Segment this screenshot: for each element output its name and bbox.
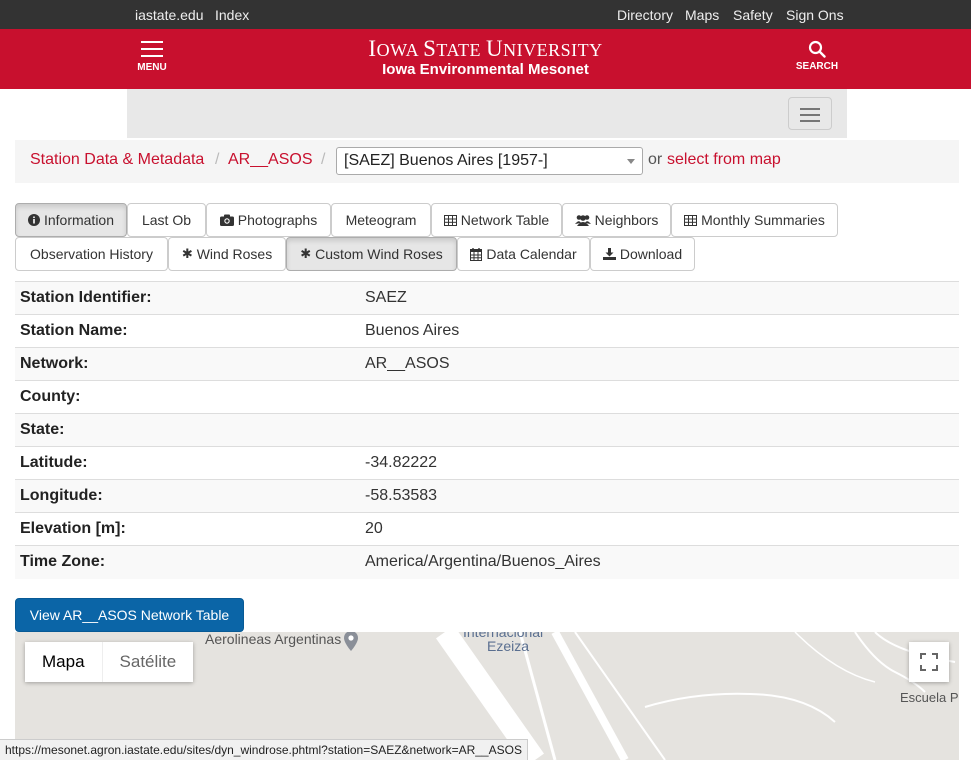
status-bar-url: https://mesonet.agron.iastate.edu/sites/… bbox=[0, 739, 528, 760]
table-icon bbox=[443, 214, 457, 226]
row-value: SAEZ bbox=[360, 281, 959, 315]
fullscreen-button[interactable] bbox=[909, 642, 949, 682]
breadcrumb: Station Data & Metadata / AR__ASOS / [SA… bbox=[15, 140, 959, 183]
row-label: Station Identifier: bbox=[15, 281, 360, 315]
row-label: Station Name: bbox=[15, 314, 360, 348]
map-label-airport-2: Ezeiza bbox=[487, 638, 530, 654]
row-label: Longitude: bbox=[15, 479, 360, 513]
map-type-control: Mapa Satélite bbox=[25, 642, 194, 682]
tab-monthly-summaries[interactable]: Monthly Summaries bbox=[671, 203, 838, 237]
breadcrumb-station-data[interactable]: Station Data & Metadata bbox=[30, 151, 204, 169]
site-header: MENU IOWA STATE UNIVERSITY Iowa Environm… bbox=[0, 29, 971, 89]
row-label: County: bbox=[15, 380, 360, 414]
tab-network-table[interactable]: Network Table bbox=[431, 203, 562, 237]
users-icon bbox=[574, 214, 591, 226]
row-value: Buenos Aires bbox=[360, 314, 959, 348]
row-value bbox=[360, 380, 959, 414]
view-network-table-button[interactable]: View AR__ASOS Network Table bbox=[15, 598, 244, 632]
row-value: America/Argentina/Buenos_Aires bbox=[360, 545, 959, 579]
download-icon bbox=[602, 248, 616, 260]
table-row: Latitude: -34.82222 bbox=[15, 446, 959, 480]
tab-data-calendar[interactable]: Data Calendar bbox=[457, 237, 590, 271]
station-info-table: Station Identifier: SAEZ Station Name: Buen… bbox=[15, 281, 959, 579]
table-icon bbox=[684, 214, 698, 226]
row-label: State: bbox=[15, 413, 360, 447]
row-label: Time Zone: bbox=[15, 545, 360, 579]
table-row: Station Identifier: SAEZ bbox=[15, 281, 959, 315]
map-label-airline: Aerolineas Argentinas bbox=[205, 632, 342, 647]
tab-last-ob[interactable]: Last Ob bbox=[127, 203, 206, 237]
row-label: Network: bbox=[15, 347, 360, 381]
row-value: AR__ASOS bbox=[360, 347, 959, 381]
link-iastate[interactable]: iastate.edu bbox=[135, 7, 204, 23]
map-label-school: Escuela P bbox=[900, 690, 959, 705]
tab-wind-roses[interactable]: ✱ Wind Roses bbox=[168, 237, 286, 271]
tab-meteogram[interactable]: Meteogram bbox=[331, 203, 431, 237]
chevron-down-icon bbox=[627, 159, 635, 164]
or-text: or bbox=[648, 151, 663, 168]
row-label: Latitude: bbox=[15, 446, 360, 480]
asterisk-icon: ✱ bbox=[300, 246, 312, 261]
map-type-satellite-button[interactable]: Satélite bbox=[103, 642, 194, 682]
row-value: -34.82222 bbox=[360, 446, 959, 480]
tab-neighbors[interactable]: Neighbors bbox=[562, 203, 671, 237]
search-button[interactable]: SEARCH bbox=[793, 40, 841, 72]
tab-download[interactable]: Download bbox=[590, 237, 695, 271]
row-value bbox=[360, 413, 959, 447]
link-index[interactable]: Index bbox=[215, 7, 249, 23]
station-select-value: [SAEZ] Buenos Aires [1957-] bbox=[344, 152, 548, 169]
link-safety[interactable]: Safety bbox=[733, 7, 773, 23]
link-maps[interactable]: Maps bbox=[685, 7, 719, 23]
breadcrumb-separator: / bbox=[321, 151, 326, 168]
breadcrumb-separator: / bbox=[215, 151, 220, 168]
fullscreen-icon bbox=[920, 653, 938, 671]
breadcrumb-network[interactable]: AR__ASOS bbox=[228, 151, 312, 169]
station-select[interactable]: [SAEZ] Buenos Aires [1957-] bbox=[336, 147, 643, 175]
select-from-map-link[interactable]: select from map bbox=[667, 151, 781, 169]
map-pin-icon bbox=[344, 632, 358, 656]
map-type-map-button[interactable]: Mapa bbox=[25, 642, 103, 682]
calendar-icon bbox=[470, 247, 483, 261]
table-row: Station Name: Buenos Aires bbox=[15, 314, 959, 348]
table-row: Elevation [m]: 20 bbox=[15, 512, 959, 546]
table-row: State: bbox=[15, 413, 959, 447]
tab-information[interactable]: Information bbox=[15, 203, 127, 237]
tab-observation-history[interactable]: Observation History bbox=[15, 237, 168, 271]
row-label: Elevation [m]: bbox=[15, 512, 360, 546]
asterisk-icon: ✱ bbox=[181, 246, 193, 261]
row-value: -58.53583 bbox=[360, 479, 959, 513]
tab-custom-wind-roses[interactable]: ✱ Custom Wind Roses bbox=[286, 237, 457, 271]
tab-photographs[interactable]: Photographs bbox=[206, 203, 331, 237]
link-sign-ons[interactable]: Sign Ons bbox=[786, 7, 844, 23]
table-row: County: bbox=[15, 380, 959, 414]
table-row: Longitude: -58.53583 bbox=[15, 479, 959, 513]
search-label: SEARCH bbox=[795, 61, 839, 72]
secondary-nav bbox=[127, 89, 847, 138]
nav-toggle-button[interactable] bbox=[788, 97, 832, 130]
search-icon bbox=[808, 40, 826, 58]
link-directory[interactable]: Directory bbox=[617, 7, 673, 23]
table-row: Time Zone: America/Argentina/Buenos_Aires bbox=[15, 545, 959, 579]
camera-icon bbox=[219, 214, 234, 226]
info-icon bbox=[27, 214, 40, 226]
table-row: Network: AR__ASOS bbox=[15, 347, 959, 381]
utility-bar: iastate.edu Index Directory Maps Safety … bbox=[0, 0, 971, 29]
row-value: 20 bbox=[360, 512, 959, 546]
